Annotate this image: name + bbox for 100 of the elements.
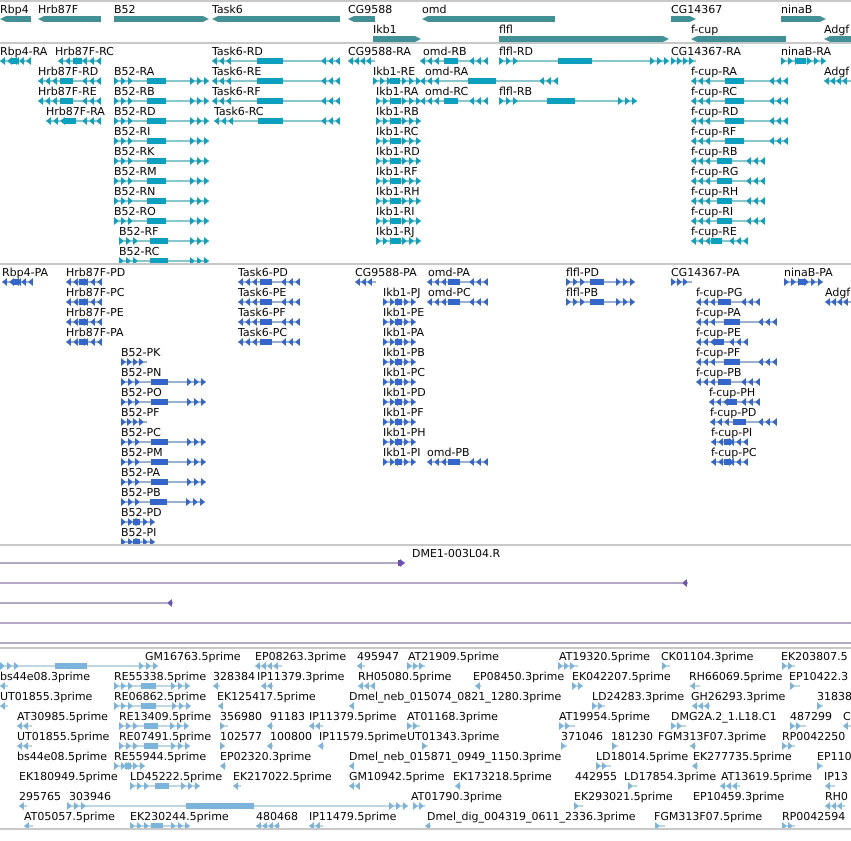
feature-label: flfl-PD	[566, 266, 599, 280]
feature-label: 442955	[575, 770, 617, 784]
feature-label: RH66069.5prime	[689, 670, 782, 684]
feature-label: Ikb1-RB	[376, 105, 419, 119]
feature-label: LD45222.5prime	[130, 770, 222, 784]
feature-label: Task6-PE	[238, 286, 286, 300]
feature-label: f-cup-PA	[696, 306, 741, 320]
feature-label: 31838	[817, 690, 851, 704]
feature-label: EK293021.5prime	[574, 790, 673, 804]
feature-label: Ikb1-RA	[376, 85, 418, 99]
feature-label: AT19320.5prime	[559, 650, 650, 664]
feature-label: AT21909.5prime	[408, 650, 499, 664]
feature-label: B52-RN	[114, 185, 156, 199]
feature-label: omd-RA	[425, 65, 468, 79]
feature-label: flfl-PB	[566, 286, 598, 300]
feature-label: AT05057.5prime	[24, 810, 115, 824]
feature-label: CG9588-RA	[348, 45, 411, 59]
feature-label: 487299	[790, 710, 832, 724]
feature-label: f-cup-RF	[691, 125, 736, 139]
feature-label: Ikb1-RH	[376, 185, 420, 199]
feature-label: LD17854.3prime	[624, 770, 716, 784]
feature-label: ninaB-PA	[784, 266, 833, 280]
feature-label: omd-PC	[428, 286, 471, 300]
feature-label: Adgf	[825, 286, 850, 300]
feature-label: omd-PA	[428, 266, 470, 280]
feature-label: IP11479.5prime	[309, 810, 396, 824]
feature-label: 181230	[611, 730, 653, 744]
feature-label: Task6-PF	[238, 306, 286, 320]
feature-label: CG9588-PA	[355, 266, 417, 280]
feature-label: Ikb1-RJ	[376, 225, 414, 239]
feature-label: EK277735.5prime	[693, 750, 792, 764]
feature-label: FGM313F07.3prime	[658, 730, 766, 744]
feature-label: Hrb87F-RD	[38, 65, 98, 79]
feature-label: Hrb87F-PE	[66, 306, 124, 320]
feature-label: Ikb1-PJ	[383, 286, 420, 300]
feature-label: CG9588	[348, 3, 392, 17]
feature-label: EK217022.5prime	[233, 770, 332, 784]
feature-label: B52-PN	[121, 366, 162, 380]
feature-label: ninaB-RA	[781, 45, 831, 59]
feature-label: B52-RI	[114, 125, 150, 139]
feature-label: Dmel_neb_015074_0821_1280.3prime	[349, 690, 562, 704]
feature-label: GM16763.5prime	[145, 650, 241, 664]
feature-label: B52-PA	[121, 466, 160, 480]
feature-label: CG14367-RA	[671, 45, 741, 59]
feature-label: B52-RO	[114, 205, 156, 219]
feature-label: EK042207.5prime	[572, 670, 671, 684]
feature-label: GM10942.5prime	[349, 770, 445, 784]
feature-label: AT01168.3prime	[407, 710, 498, 724]
feature-label: AT01790.3prime	[411, 790, 502, 804]
feature-label: 100800	[270, 730, 312, 744]
feature-label: Ikb1-RC	[376, 125, 418, 139]
feature-label: RE07491.5prime	[119, 730, 212, 744]
feature-label: bs44e08.5prime	[17, 750, 108, 764]
feature-label: Ikb1-PA	[383, 326, 424, 340]
feature-label: IP13	[824, 770, 848, 784]
feature-label: B52-PB	[121, 486, 161, 500]
feature-label: omd-PB	[427, 446, 470, 460]
feature-label: EP10459.3prime	[693, 790, 784, 804]
feature-label: Task6	[212, 3, 243, 17]
feature-label: f-cup-RD	[691, 105, 738, 119]
feature-label: Ikb1-PH	[383, 426, 426, 440]
feature-label: RP0042250	[782, 730, 846, 744]
feature-label: Ikb1-PE	[383, 306, 424, 320]
feature-label: Task6-RD	[212, 45, 263, 59]
feature-label: AT13619.5prime	[721, 770, 812, 784]
feature-label: B52-PK	[121, 346, 160, 360]
feature-label: f-cup	[691, 23, 718, 37]
feature-label: EK230244.5prime	[130, 810, 229, 824]
feature-label: B52-PO	[121, 386, 162, 400]
feature-label: Task6-PC	[238, 326, 288, 340]
feature-label: GH26293.3prime	[691, 690, 786, 704]
feature-label: EP110	[817, 750, 851, 764]
feature-label: f-cup-RE	[691, 225, 737, 239]
feature-label: f-cup-PE	[696, 326, 741, 340]
feature-label: Hrb87F-PD	[66, 266, 126, 280]
feature-label: f-cup-PH	[709, 386, 756, 400]
feature-label: Task6-RF	[212, 85, 261, 99]
feature-label: f-cup-RC	[691, 85, 737, 99]
feature-label: Ikb1-RD	[376, 145, 420, 159]
feature-label: Hrb87F-RC	[55, 45, 114, 59]
feature-label: AT30985.5prime	[17, 710, 108, 724]
feature-label: B52-PC	[121, 426, 161, 440]
feature-label: DME1-003L04.R	[412, 547, 500, 561]
feature-label: EK180949.5prime	[19, 770, 118, 784]
feature-label: Dmel_neb_015871_0949_1150.3prime	[349, 750, 562, 764]
feature-label: Hrb87F-RE	[38, 85, 97, 99]
feature-label: CG14367	[671, 3, 722, 17]
feature-label: flfl-RB	[499, 85, 532, 99]
feature-label: RH05080.5prime	[358, 670, 452, 684]
feature-label: f-cup-PI	[711, 426, 752, 440]
feature-label: Ikb1	[373, 23, 397, 37]
feature-label: Task6-RE	[212, 65, 262, 79]
feature-label: Adgf	[824, 65, 850, 79]
feature-label: Rbp4	[0, 3, 29, 17]
feature-label: 295765	[19, 790, 61, 804]
feature-label: EP08450.3prime	[473, 670, 564, 684]
feature-label: 91183	[270, 710, 305, 724]
feature-label: B52-RB	[114, 85, 155, 99]
feature-label: 495947	[357, 650, 399, 664]
feature-label: Hrb87F-PA	[66, 326, 124, 340]
